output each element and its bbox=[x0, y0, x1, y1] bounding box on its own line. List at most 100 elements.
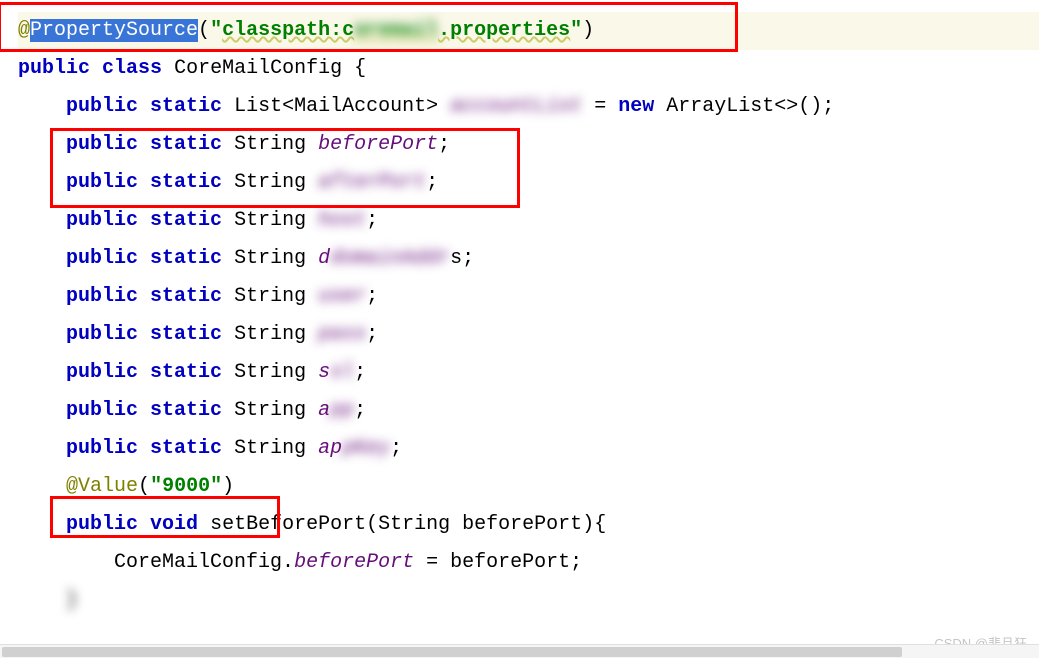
param-type: String bbox=[378, 513, 450, 536]
semi: ; bbox=[366, 323, 378, 346]
string-quote: " bbox=[570, 19, 582, 42]
keyword-static: static bbox=[150, 361, 222, 384]
method-name: setBeforePort bbox=[210, 513, 366, 536]
code-line[interactable]: public static String host; bbox=[18, 202, 1039, 240]
paren: ( bbox=[366, 513, 378, 536]
code-line[interactable]: public static String appKey; bbox=[18, 430, 1039, 468]
type: String bbox=[234, 361, 306, 384]
field-blurred: host bbox=[318, 209, 366, 232]
semi: ; bbox=[366, 285, 378, 308]
type: String bbox=[234, 437, 306, 460]
annotation-at: @ bbox=[66, 475, 78, 498]
semi: ; bbox=[390, 437, 402, 460]
keyword-static: static bbox=[150, 399, 222, 422]
semi: ; bbox=[426, 171, 438, 194]
code-line[interactable]: } bbox=[18, 582, 1039, 620]
code-line[interactable]: public class CoreMailConfig { bbox=[18, 50, 1039, 88]
semi: ; bbox=[570, 551, 582, 574]
semi: ; bbox=[438, 133, 450, 156]
semi: ; bbox=[366, 209, 378, 232]
code-line[interactable]: public static String ddomainAddrs; bbox=[18, 240, 1039, 278]
type: String bbox=[234, 323, 306, 346]
field-blurred: pass bbox=[318, 323, 366, 346]
keyword-static: static bbox=[150, 285, 222, 308]
keyword-public: public bbox=[18, 57, 90, 80]
keyword-public: public bbox=[66, 171, 138, 194]
type: String bbox=[234, 209, 306, 232]
code-line[interactable]: public static List<MailAccount> accountL… bbox=[18, 88, 1039, 126]
keyword-static: static bbox=[150, 209, 222, 232]
semi: s; bbox=[450, 247, 474, 270]
keyword-static: static bbox=[150, 437, 222, 460]
class-ref: CoreMailConfig bbox=[114, 551, 282, 574]
keyword-public: public bbox=[66, 247, 138, 270]
code-line[interactable]: @Value("9000") bbox=[18, 468, 1039, 506]
code-line[interactable]: public static String app; bbox=[18, 392, 1039, 430]
brace: } bbox=[66, 589, 78, 612]
code-line[interactable]: public static String ssl; bbox=[18, 354, 1039, 392]
field-name: beforePort bbox=[318, 133, 438, 156]
field-char: ap bbox=[318, 437, 342, 460]
keyword-static: static bbox=[150, 247, 222, 270]
type: List<MailAccount> bbox=[234, 95, 438, 118]
dot: . bbox=[282, 551, 294, 574]
code-line[interactable]: CoreMailConfig.beforePort = beforePort; bbox=[18, 544, 1039, 582]
class-name: CoreMailConfig bbox=[174, 57, 342, 80]
code-line[interactable]: public static String afterPort; bbox=[18, 164, 1039, 202]
string-quote: " bbox=[210, 19, 222, 42]
string-value: 9000 bbox=[162, 475, 210, 498]
string-quote: " bbox=[150, 475, 162, 498]
code-line[interactable]: public static String beforePort; bbox=[18, 126, 1039, 164]
keyword-new: new bbox=[618, 95, 654, 118]
field-ref: beforePort bbox=[294, 551, 414, 574]
paren: ( bbox=[138, 475, 150, 498]
semi: ; bbox=[822, 95, 834, 118]
code-line[interactable]: public static String user; bbox=[18, 278, 1039, 316]
keyword-public: public bbox=[66, 513, 138, 536]
paren: ) bbox=[582, 513, 594, 536]
string-text: .properties bbox=[438, 19, 570, 42]
annotation-name: Value bbox=[78, 475, 138, 498]
semi: ; bbox=[354, 361, 366, 384]
equals: = bbox=[414, 551, 450, 574]
keyword-static: static bbox=[150, 133, 222, 156]
code-line[interactable]: @PropertySource("classpath:coremail.prop… bbox=[18, 12, 1039, 50]
field-blurred: domainAddr bbox=[330, 247, 450, 270]
field-blurred: pKey bbox=[342, 437, 390, 460]
field-char: s bbox=[318, 361, 330, 384]
scrollbar-thumb[interactable] bbox=[2, 647, 902, 657]
ctor: ArrayList<>() bbox=[666, 95, 822, 118]
keyword-static: static bbox=[150, 95, 222, 118]
keyword-public: public bbox=[66, 95, 138, 118]
code-line[interactable]: public static String pass; bbox=[18, 316, 1039, 354]
type: String bbox=[234, 247, 306, 270]
field-char: a bbox=[318, 399, 330, 422]
annotation-at: @ bbox=[18, 19, 30, 42]
param-name: beforePort bbox=[462, 513, 582, 536]
field-blurred: accountList bbox=[450, 95, 582, 118]
field-blurred: afterPort bbox=[318, 171, 426, 194]
code-editor[interactable]: @PropertySource("classpath:coremail.prop… bbox=[0, 0, 1039, 620]
type: String bbox=[234, 285, 306, 308]
string-text: classpath:c bbox=[222, 19, 354, 42]
keyword-void: void bbox=[150, 513, 198, 536]
keyword-public: public bbox=[66, 323, 138, 346]
keyword-public: public bbox=[66, 437, 138, 460]
keyword-class: class bbox=[102, 57, 162, 80]
keyword-static: static bbox=[150, 171, 222, 194]
keyword-public: public bbox=[66, 285, 138, 308]
code-line[interactable]: public void setBeforePort(String beforeP… bbox=[18, 506, 1039, 544]
semi: ; bbox=[354, 399, 366, 422]
keyword-public: public bbox=[66, 399, 138, 422]
horizontal-scrollbar[interactable] bbox=[0, 644, 1039, 658]
paren: ) bbox=[222, 475, 234, 498]
type: String bbox=[234, 399, 306, 422]
keyword-public: public bbox=[66, 209, 138, 232]
paren: ( bbox=[198, 19, 210, 42]
brace: { bbox=[354, 57, 366, 80]
field-blurred: sl bbox=[330, 361, 354, 384]
keyword-public: public bbox=[66, 361, 138, 384]
annotation-name: PropertySource bbox=[30, 19, 198, 42]
field-char: d bbox=[318, 247, 330, 270]
field-blurred: pp bbox=[330, 399, 354, 422]
